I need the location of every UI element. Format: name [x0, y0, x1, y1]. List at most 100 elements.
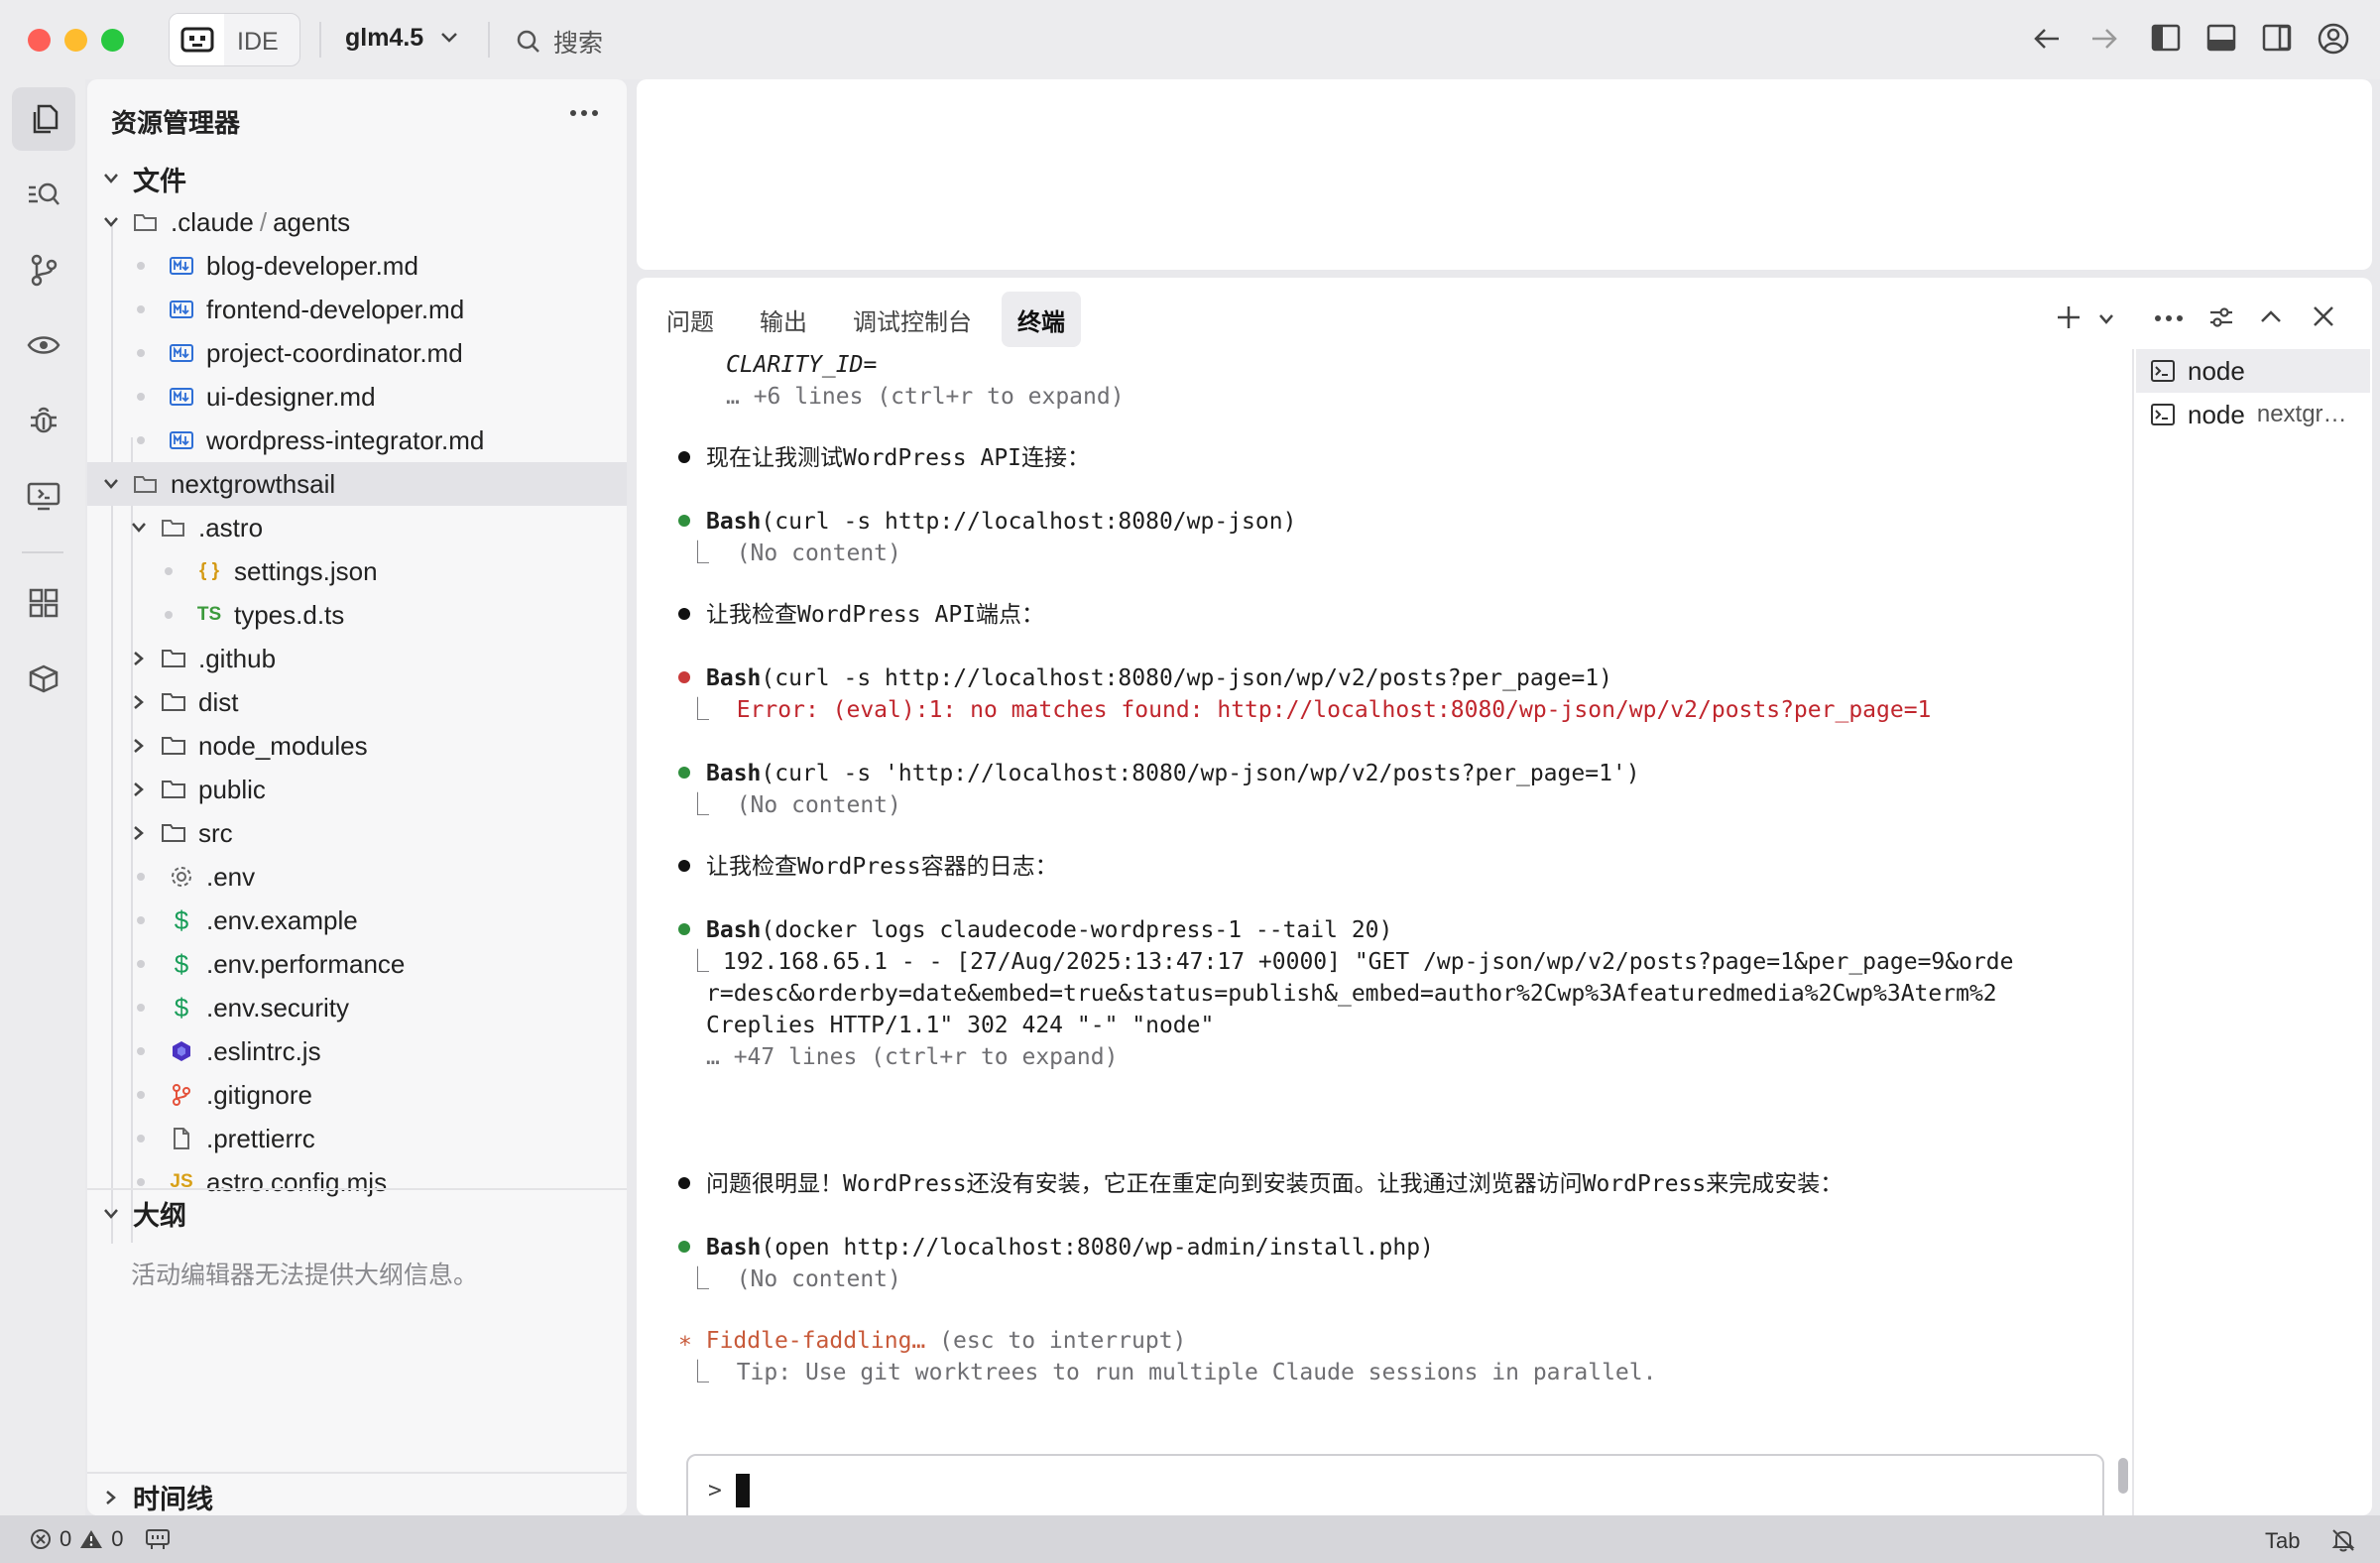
tree-file[interactable]: .env [87, 855, 627, 899]
chevron-down-icon [101, 169, 121, 188]
timeline-section-header[interactable]: 时间线 [101, 1478, 213, 1515]
tab-output[interactable]: 输出 [744, 292, 823, 347]
tab-mode-label[interactable]: Tab [2265, 1528, 2300, 1554]
ports-icon[interactable] [145, 1527, 171, 1551]
model-selector[interactable]: glm4.5 [345, 24, 423, 53]
tree-dot [165, 567, 173, 575]
more-actions-icon[interactable] [2154, 314, 2184, 322]
tree-folder[interactable]: dist [87, 680, 627, 724]
folder-open-icon [133, 209, 159, 235]
preview-activity-button[interactable] [12, 313, 75, 377]
agent-mode-icon[interactable] [170, 14, 224, 65]
tree-file[interactable]: TS types.d.ts [87, 593, 627, 637]
tree-folder[interactable]: node_modules [87, 724, 627, 768]
tree-branch-icon: ⎿ [686, 541, 737, 566]
editor-area[interactable] [637, 79, 2372, 270]
tree-file[interactable]: frontend-developer.md [87, 288, 627, 331]
tree-file[interactable]: project-coordinator.md [87, 331, 627, 375]
terminal-command: Bash(curl -s 'http://localhost:8080/wp-j… [678, 758, 1640, 789]
status-text: Fiddle-faddling… [705, 1328, 926, 1354]
extensions-activity-button[interactable] [12, 571, 75, 635]
explorer-activity-button[interactable] [12, 87, 75, 151]
notifications-muted-icon[interactable] [2330, 1527, 2356, 1553]
tree-branch-icon: ⎿ [686, 697, 737, 723]
source-control-activity-button[interactable] [12, 238, 75, 301]
spinner-icon: ∗ [678, 1328, 692, 1354]
tree-folder-nextgrowthsail[interactable]: nextgrowthsail [87, 462, 627, 506]
minimize-window-button[interactable] [64, 29, 87, 52]
tree-file[interactable]: wordpress-integrator.md [87, 419, 627, 462]
terminal-message: 让我检查WordPress容器的日志： [678, 851, 1058, 883]
tree-file[interactable]: $ .env.security [87, 986, 627, 1029]
tab-terminal[interactable]: 终端 [1002, 292, 1081, 347]
tree-folder[interactable]: .github [87, 637, 627, 680]
tree-file[interactable]: ui-designer.md [87, 375, 627, 419]
remote-activity-button[interactable] [12, 464, 75, 528]
ide-mode-label[interactable]: IDE [237, 28, 279, 57]
terminal-list: node node nextgr… [2132, 349, 2372, 1515]
divider [319, 22, 321, 58]
path-separator: / [259, 206, 268, 237]
terminal-output[interactable]: CLARITY_ID= … +6 lines (ctrl+r to expand… [678, 349, 2265, 1440]
tree-folder[interactable]: public [87, 768, 627, 811]
terminal-instance-label: node [2188, 399, 2245, 429]
chevron-down-icon[interactable] [2098, 313, 2114, 325]
tree-file[interactable]: .eslintrc.js [87, 1029, 627, 1073]
tree-file[interactable]: blog-developer.md [87, 244, 627, 288]
new-terminal-icon[interactable] [2055, 303, 2082, 331]
markdown-icon [169, 427, 194, 453]
dollar-icon: $ [174, 948, 189, 979]
tree-item-label: src [198, 817, 233, 848]
maximize-panel-icon[interactable] [2259, 307, 2283, 325]
tree-item-label: .astro [198, 512, 264, 542]
tree-folder-astro[interactable]: .astro [87, 506, 627, 549]
files-section-header[interactable]: 文件 [87, 157, 627, 200]
terminal-instance-node-nextgrowthsail[interactable]: node nextgr… [2136, 393, 2370, 436]
chevron-right-icon [129, 823, 149, 843]
outline-section-header[interactable]: 大纲 [101, 1194, 186, 1233]
search-box[interactable]: 搜索 [516, 24, 603, 60]
account-icon[interactable] [2317, 22, 2350, 56]
markdown-icon [169, 297, 194, 322]
command-name: Bash [706, 509, 762, 535]
back-arrow-icon[interactable] [2031, 22, 2065, 56]
forward-arrow-icon[interactable] [2086, 22, 2120, 56]
terminal-line: r=desc&orderby=date&embed=true&status=pu… [706, 981, 1997, 1007]
error-bullet-icon [678, 671, 690, 683]
tree-file[interactable]: .gitignore [87, 1073, 627, 1117]
terminal-result: ⎿ (No content) [686, 538, 901, 569]
terminal-instance-node[interactable]: node [2136, 349, 2370, 393]
error-count: 0 [60, 1526, 72, 1551]
containers-activity-button[interactable] [12, 647, 75, 710]
tree-file[interactable]: .prettierrc [87, 1117, 627, 1160]
source-control-icon [31, 254, 58, 287]
terminal-input[interactable]: > [686, 1454, 2104, 1515]
tab-problems[interactable]: 问题 [651, 292, 730, 347]
settings-sliders-icon[interactable] [2207, 303, 2235, 331]
tree-folder[interactable]: src [87, 811, 627, 855]
close-window-button[interactable] [28, 29, 51, 52]
tree-file[interactable]: $ .env.performance [87, 942, 627, 986]
result-text: (No content) [736, 1266, 901, 1292]
success-bullet-icon [678, 767, 690, 779]
debug-activity-button[interactable] [12, 389, 75, 452]
terminal-message: 让我检查WordPress API端点： [678, 599, 1044, 631]
terminal-result: ⎿ (No content) [686, 789, 901, 821]
tree-file[interactable]: $ .env.example [87, 899, 627, 942]
ide-mode-switch[interactable]: IDE [169, 13, 300, 66]
more-actions-icon[interactable] [569, 109, 599, 117]
tree-folder-claude-agents[interactable]: .claude / agents [87, 200, 627, 244]
close-panel-icon[interactable] [2311, 303, 2336, 329]
toggle-secondary-sidebar-icon[interactable] [2261, 22, 2293, 54]
toggle-panel-icon[interactable] [2205, 22, 2237, 54]
tree-file[interactable]: { } settings.json [87, 549, 627, 593]
command-args: (docker logs claudecode-wordpress-1 --ta… [761, 917, 1393, 943]
toggle-primary-sidebar-icon[interactable] [2150, 22, 2182, 54]
chevron-down-icon[interactable] [440, 32, 458, 44]
zoom-window-button[interactable] [101, 29, 124, 52]
problems-status[interactable]: 0 0 [30, 1526, 124, 1552]
success-bullet-icon [678, 515, 690, 527]
search-activity-button[interactable] [12, 163, 75, 226]
tab-debug-console[interactable]: 调试控制台 [837, 292, 988, 347]
terminal-scrollbar[interactable] [2118, 1458, 2128, 1494]
